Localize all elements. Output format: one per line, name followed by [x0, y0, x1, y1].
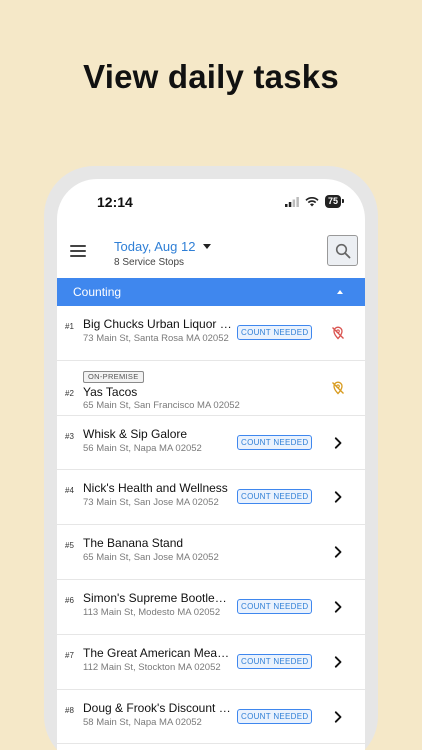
stop-address: 65 Main St, San Jose MA 02052	[83, 552, 219, 564]
service-stops-count: 8 Service Stops	[114, 257, 185, 268]
stop-name: Simon's Supreme Bootlegger	[83, 590, 233, 605]
status-bar: 12:14 75	[57, 179, 365, 223]
page-headline: View daily tasks	[83, 58, 339, 95]
stop-number: #8	[65, 705, 74, 715]
section-header-counting[interactable]: Counting	[57, 278, 365, 306]
count-needed-badge: COUNT NEEDED	[237, 489, 313, 505]
service-stop-list: #1 Big Chucks Urban Liquor Store 73 Main S…	[57, 306, 365, 745]
service-stop-row[interactable]: #6 Simon's Supreme Bootlegger 113 Main St,…	[57, 580, 365, 635]
date-label: Today, Aug 12	[114, 239, 196, 254]
stop-address: 73 Main St, San Jose MA 02052	[83, 497, 219, 509]
signal-icon	[284, 196, 299, 207]
stop-number: #3	[65, 431, 74, 441]
stop-address: 73 Main St, Santa Rosa MA 02052	[83, 333, 229, 344]
stop-number: #1	[65, 322, 74, 331]
search-icon	[335, 243, 350, 258]
service-stop-row[interactable]: #5 The Banana Stand 65 Main St, San Jose M…	[57, 525, 365, 580]
count-needed-badge: COUNT NEEDED	[237, 325, 313, 340]
chevron-right-icon	[334, 710, 342, 723]
stop-address: 56 Main St, Napa MA 02052	[83, 442, 202, 454]
stop-address: 65 Main St, San Francisco MA 02052	[83, 399, 240, 411]
service-stop-row[interactable]: #4 Nick's Health and Wellness 73 Main St, …	[57, 470, 365, 526]
phone-screen: 12:14 75 Today, Aug 12 8 Service Stops C…	[57, 179, 365, 750]
chevron-right-icon	[334, 656, 342, 668]
service-stop-row[interactable]: #2 ON-PREMISE Yas Tacos 65 Main St, San Fra…	[57, 361, 365, 416]
stop-name: Whisk & Sip Galore	[83, 426, 188, 441]
service-stop-row[interactable]: #1 Big Chucks Urban Liquor Store 73 Main S…	[57, 306, 365, 361]
search-button[interactable]	[327, 235, 358, 266]
stop-address: 112 Main St, Stockton MA 02052	[83, 661, 221, 673]
stop-number: #6	[65, 595, 74, 605]
hamburger-menu-icon[interactable]	[70, 245, 86, 257]
collapse-caret-icon	[337, 290, 343, 294]
stop-number: #2	[65, 388, 74, 398]
status-time: 12:14	[97, 194, 133, 210]
count-needed-badge: COUNT NEEDED	[237, 598, 313, 614]
chevron-right-icon	[334, 436, 342, 449]
count-needed-badge: COUNT NEEDED	[237, 434, 313, 450]
stop-number: #4	[65, 486, 74, 496]
count-needed-badge: COUNT NEEDED	[237, 653, 313, 669]
chevron-right-icon	[334, 601, 342, 613]
stop-address: 113 Main St, Modesto MA 02052	[83, 606, 221, 618]
chevron-right-icon	[334, 546, 342, 558]
stop-name: Nick's Health and Wellness	[83, 481, 228, 496]
date-selector[interactable]: Today, Aug 12 8 Service Stops	[114, 239, 212, 268]
app-header: Today, Aug 12 8 Service Stops	[57, 223, 365, 279]
stop-address: 58 Main St, Napa MA 02052	[83, 716, 202, 728]
stop-number: #7	[65, 650, 74, 660]
service-stop-row[interactable]: #7 The Great American Meadery 112 Main St,…	[57, 635, 365, 690]
on-premise-tag: ON-PREMISE	[83, 370, 144, 383]
battery-icon: 75	[324, 195, 345, 208]
stop-number: #5	[65, 541, 74, 551]
wifi-icon	[305, 196, 319, 206]
stop-name: Doug & Frook's Discount Liquor	[83, 700, 233, 715]
section-label: Counting	[73, 285, 122, 299]
caret-down-icon	[203, 244, 212, 249]
stop-name: The Banana Stand	[83, 536, 184, 551]
service-stop-row[interactable]: #8 Doug & Frook's Discount Liquor58 Main …	[57, 690, 365, 745]
count-needed-badge: COUNT NEEDED	[237, 708, 313, 724]
location-off-icon	[332, 326, 344, 340]
stop-name: Yas Tacos	[83, 384, 138, 399]
chevron-right-icon	[334, 491, 342, 504]
stop-name: The Great American Meadery	[83, 645, 233, 660]
stop-name: Big Chucks Urban Liquor Store	[83, 317, 233, 331]
location-off-icon	[332, 381, 344, 395]
status-icons: 75	[284, 195, 345, 208]
service-stop-row[interactable]: #3 Whisk & Sip Galore 56 Main St, Napa MA …	[57, 416, 365, 471]
